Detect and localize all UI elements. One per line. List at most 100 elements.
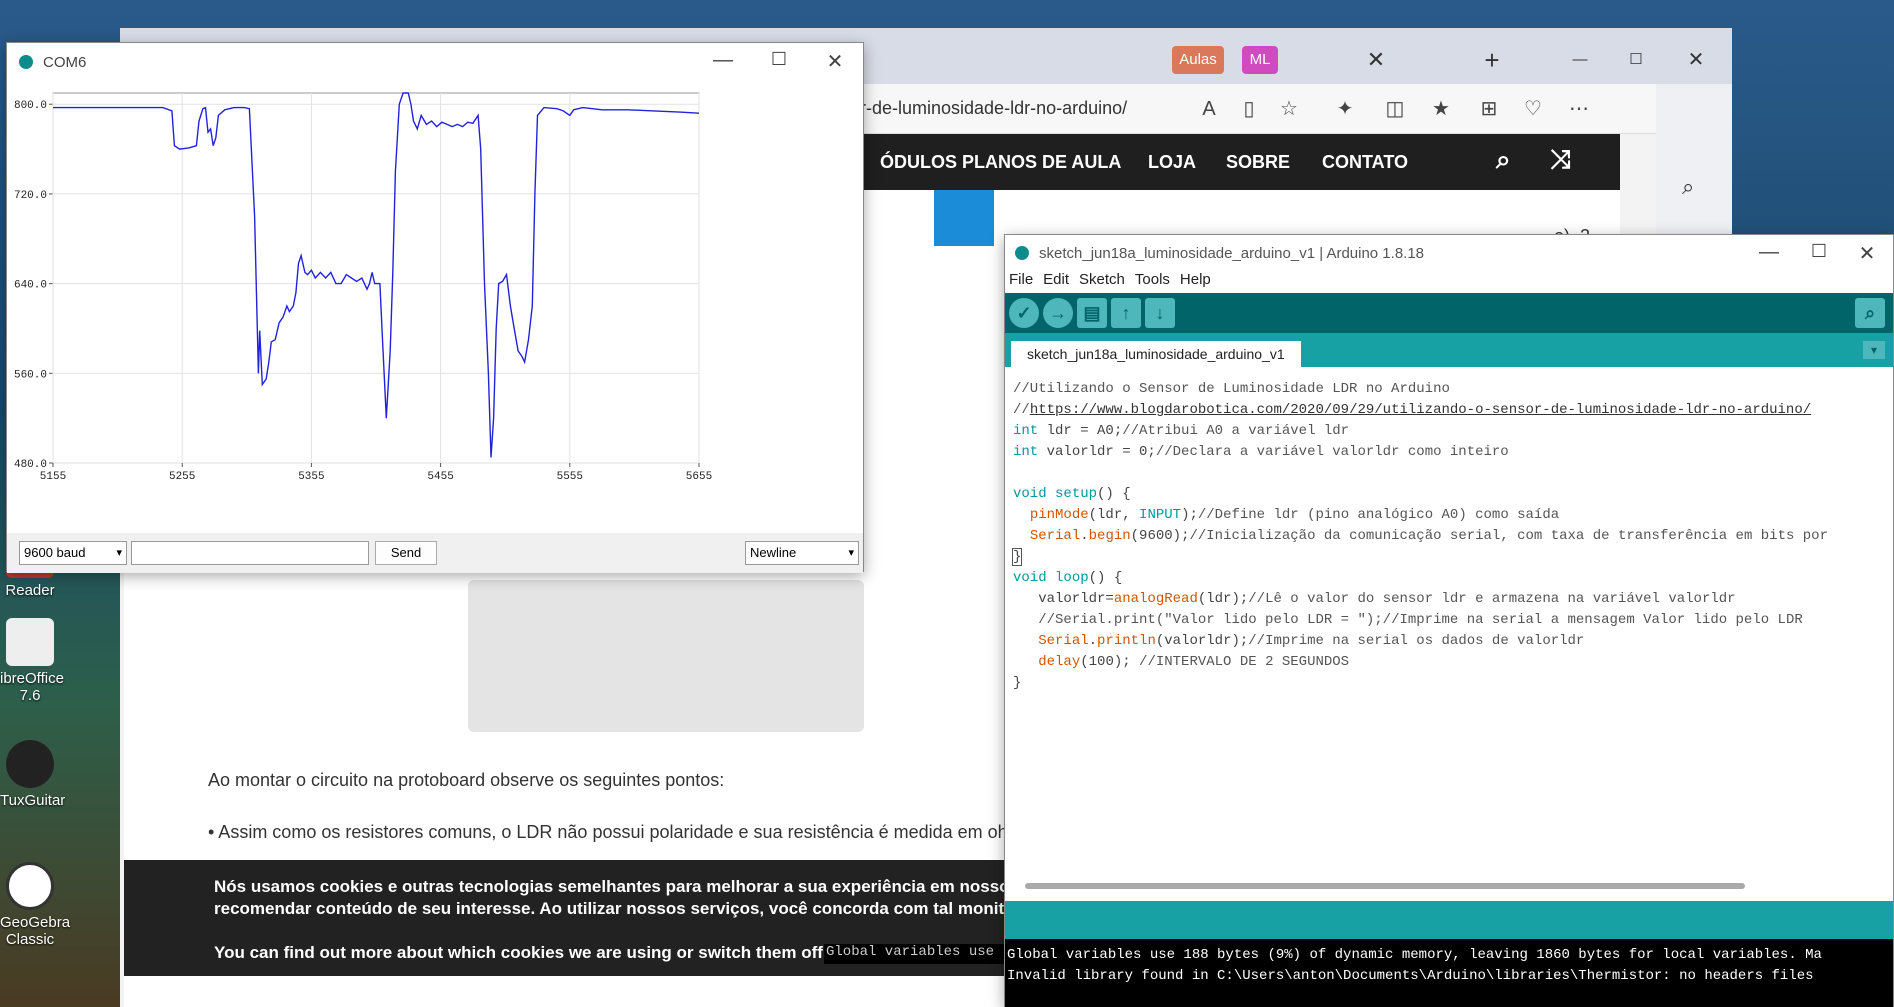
close-icon[interactable]: ✕ [1847,241,1887,266]
close-icon[interactable]: ✕ [815,49,855,74]
serial-plotter-window: COM6 — ☐ ✕ 800.0 720.0 640.0 560.0 480.0 5155… [6,42,864,573]
y-tick-label: 720.0 [14,190,47,202]
x-tick-label: 5155 [40,471,66,483]
desktop-icon-label: ibreOffice 7.6 [0,670,64,704]
libreoffice-icon [6,618,54,666]
tab-aulas[interactable]: Aulas [1172,46,1224,74]
sketch-tab[interactable]: sketch_jun18a_luminosidade_arduino_v1 [1011,341,1301,367]
nav-loja[interactable]: LOJA [1148,152,1196,173]
console-line: Invalid library found in C:\Users\anton\… [1007,968,1814,984]
menu-edit[interactable]: Edit [1043,271,1069,288]
verify-icon[interactable]: ✓ [1009,298,1039,328]
collections-icon[interactable]: ⊞ [1476,96,1502,122]
x-tick-label: 5555 [557,471,583,483]
menu-help[interactable]: Help [1180,271,1211,288]
new-tab-icon[interactable]: + [1472,46,1512,74]
plot-area: 800.0 720.0 640.0 560.0 480.0 5155 5255 5355 545… [7,81,863,573]
desktop-icon-tuxguitar[interactable]: TuxGuitar [0,740,66,809]
chevron-down-icon: ▾ [116,547,122,559]
read-aloud-icon[interactable]: A [1196,96,1222,122]
x-tick-label: 5355 [298,471,324,483]
nav-modulos[interactable]: ÓDULOS [880,152,957,173]
geogebra-icon [6,862,54,910]
share-button[interactable] [934,190,994,246]
serial-plotter-controls: 9600 baud ▾ Send Newline ▾ [7,533,863,573]
open-sketch-icon[interactable]: ↑ [1111,298,1141,328]
menu-tools[interactable]: Tools [1135,271,1170,288]
baud-value: 9600 baud [24,545,86,560]
close-tab-icon[interactable]: ✕ [1356,46,1396,74]
ide-toolbar: ✓ → ▤ ↑ ↓ ⌕ [1005,293,1893,333]
serial-monitor-icon[interactable]: ⌕ [1855,298,1885,328]
upload-icon[interactable]: → [1043,298,1073,328]
breadboard-image [468,580,864,732]
ide-menubar: File Edit Sketch Tools Help [1005,271,1893,293]
minimize-icon[interactable]: — [1560,46,1600,74]
health-icon[interactable]: ♡ [1520,96,1546,122]
window-title: COM6 [43,54,87,71]
maximize-icon[interactable]: ☐ [759,49,799,70]
save-sketch-icon[interactable]: ↓ [1145,298,1175,328]
desktop-icon-label: Reader [5,582,55,599]
shuffle-icon[interactable]: ⤨ [1550,144,1571,176]
cookie-line-1: Nós usamos cookies e outras tecnologias … [214,877,1020,896]
serial-plot-chart: 800.0 720.0 640.0 560.0 480.05155 5255 5355 545… [14,92,712,483]
nav-planos-de-aula[interactable]: PLANOS DE AULA [962,152,1121,173]
x-tick-label: 5455 [427,471,453,483]
reader-view-icon[interactable]: ▯ [1236,96,1262,122]
chevron-down-icon: ▾ [848,547,854,559]
more-menu-icon[interactable]: ⋯ [1566,96,1592,122]
desktop-icon-label: TuxGuitar [0,792,66,809]
new-sketch-icon[interactable]: ▤ [1077,298,1107,328]
nav-contato[interactable]: CONTATO [1322,152,1408,173]
serial-input[interactable] [131,541,369,565]
ide-console: Global variables use 188 bytes (9%) of d… [1005,939,1893,1007]
close-window-icon[interactable]: ✕ [1676,46,1716,74]
ide-tabbar: sketch_jun18a_luminosidade_arduino_v1 ▾ [1005,333,1893,367]
x-tick-label: 5655 [686,471,712,483]
console-line: Global variables use 188 bytes (9%) of d… [1007,947,1822,963]
split-screen-icon[interactable]: ◫ [1382,96,1408,122]
desktop-icon-geogebra[interactable]: GeoGebra Classic [0,862,71,948]
arduino-icon [19,55,33,69]
url-text[interactable]: r-de-luminosidade-ldr-no-arduino/ [860,98,1127,119]
arduino-icon [1015,246,1029,260]
x-tick-label: 5255 [169,471,195,483]
search-icon[interactable]: ⌕ [1682,174,1694,200]
window-title: sketch_jun18a_luminosidade_arduino_v1 | … [1039,245,1425,262]
extensions-icon[interactable]: ✦ [1332,96,1358,122]
send-button[interactable]: Send [375,541,437,565]
horizontal-scrollbar[interactable] [1025,883,1745,889]
cookie-line-2: recomendar conteúdo de seu interesse. Ao… [214,899,1020,918]
line-ending-select[interactable]: Newline ▾ [745,541,859,565]
page-paragraph: Ao montar o circuito na protoboard obser… [208,770,725,790]
code-editor[interactable]: //Utilizando o Sensor de Luminosidade LD… [1005,367,1893,887]
desktop-icon-libreoffice[interactable]: ibreOffice 7.6 [0,618,64,704]
baud-select[interactable]: 9600 baud ▾ [19,541,127,565]
tux-icon [6,740,54,788]
maximize-icon[interactable]: ☐ [1799,241,1839,262]
nav-sobre[interactable]: SOBRE [1226,152,1290,173]
favorites-icon[interactable]: ★ [1428,96,1454,122]
line-ending-value: Newline [750,545,797,560]
y-tick-label: 640.0 [14,280,47,292]
menu-file[interactable]: File [1009,271,1033,288]
maximize-icon[interactable]: ☐ [1616,46,1656,74]
ide-titlebar: sketch_jun18a_luminosidade_arduino_v1 | … [1005,235,1893,271]
page-bullet: • Assim como os resistores comuns, o LDR… [208,822,1008,842]
tab-ml[interactable]: ML [1242,46,1278,74]
tab-menu-chevron-icon[interactable]: ▾ [1863,341,1885,359]
y-tick-label: 560.0 [14,369,47,381]
favorite-star-icon[interactable]: ☆ [1276,96,1302,122]
menu-sketch[interactable]: Sketch [1079,271,1125,288]
search-icon[interactable]: ⌕ [1496,144,1511,176]
minimize-icon[interactable]: — [703,49,743,72]
y-tick-label: 800.0 [14,100,47,112]
ide-status-bar [1005,901,1893,939]
y-tick-label: 480.0 [14,459,47,471]
minimize-icon[interactable]: — [1749,241,1789,264]
desktop-icon-label: GeoGebra Classic [0,914,71,948]
serial-plotter-titlebar: COM6 — ☐ ✕ [7,43,863,81]
plot-frame [52,92,700,464]
cookie-text: You can find out more about which cookie… [214,943,848,962]
